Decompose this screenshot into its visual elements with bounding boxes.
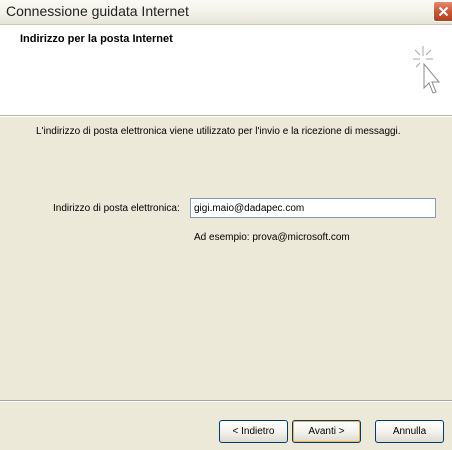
email-field[interactable] (190, 198, 436, 218)
email-field-label: Indirizzo di posta elettronica: (53, 203, 180, 214)
footer-divider-highlight (0, 401, 452, 402)
window-title: Connessione guidata Internet (6, 3, 189, 19)
header-divider (0, 116, 452, 117)
example-hint: Ad esempio: prova@microsoft.com (194, 232, 350, 243)
back-button[interactable]: < Indietro (219, 420, 288, 443)
title-bar[interactable]: Connessione guidata Internet (0, 0, 452, 25)
wizard-window: Connessione guidata Internet Indirizzo p… (0, 0, 452, 450)
wizard-cursor-icon (413, 46, 441, 94)
cancel-button[interactable]: Annulla (375, 420, 444, 443)
page-title: Indirizzo per la posta Internet (20, 33, 173, 45)
close-button[interactable] (433, 1, 452, 22)
close-icon (438, 6, 449, 17)
description-text: L'indirizzo di posta elettronica viene u… (36, 126, 401, 137)
next-button[interactable]: Avanti > (292, 420, 361, 443)
